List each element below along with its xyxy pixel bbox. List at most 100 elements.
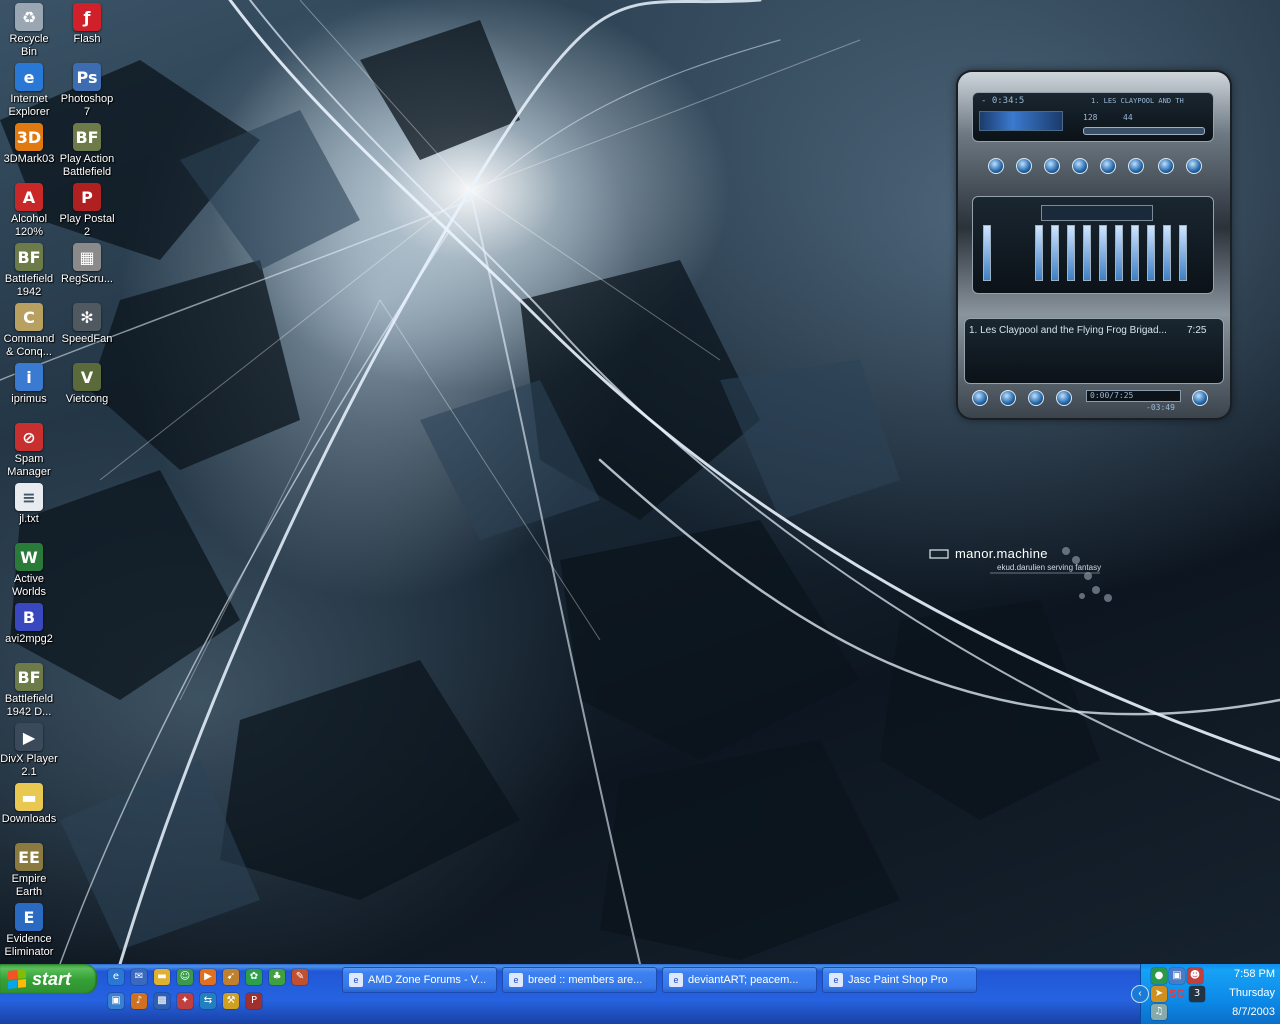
winamp-samplerate: 44 bbox=[1123, 113, 1133, 122]
playlist-remove-button[interactable] bbox=[1000, 390, 1016, 406]
desktop-icon[interactable]: ✻ SpeedFan bbox=[58, 300, 116, 346]
tray-user-icon[interactable]: ☻ bbox=[1187, 968, 1203, 984]
winamp-play-button[interactable] bbox=[1016, 158, 1032, 174]
playlist-entry[interactable]: 1. Les Claypool and the Flying Frog Brig… bbox=[969, 325, 1183, 336]
messenger-icon[interactable]: ☺ bbox=[177, 969, 193, 985]
winamp-pause-button[interactable] bbox=[1044, 158, 1060, 174]
paint-icon[interactable]: ✎ bbox=[292, 969, 308, 985]
network-icon[interactable]: ⇆ bbox=[200, 993, 216, 1009]
desktop-icon[interactable]: ▶ DivX Player 2.1 bbox=[0, 720, 58, 779]
playlist-select-button[interactable] bbox=[1028, 390, 1044, 406]
eq-band-slider[interactable] bbox=[1099, 225, 1107, 281]
desktop-icon[interactable]: ▬ Downloads bbox=[0, 780, 58, 826]
winamp-shuffle-button[interactable] bbox=[1158, 158, 1174, 174]
desktop-icon[interactable]: P Play Postal 2 bbox=[58, 180, 116, 239]
desktop-icon[interactable]: A Alcohol 120% bbox=[0, 180, 58, 239]
winamp-ql-icon[interactable]: ♪ bbox=[131, 993, 147, 1009]
divx-icon: ▶ bbox=[15, 723, 43, 751]
desktop-icon[interactable]: BF Battlefield 1942 D... bbox=[0, 660, 58, 719]
desktop-icon[interactable]: ▦ RegScru... bbox=[58, 240, 116, 286]
tool-icon[interactable]: ⚒ bbox=[223, 993, 239, 1009]
desktop-icon-label: Command & Conq... bbox=[3, 333, 55, 358]
msn-icon[interactable]: ✿ bbox=[246, 969, 262, 985]
desktop-icon-ql[interactable]: ▣ bbox=[108, 993, 124, 1009]
explorer-icon[interactable]: ▬ bbox=[154, 969, 170, 985]
clover-icon[interactable]: ♣ bbox=[269, 969, 285, 985]
eq-band-slider[interactable] bbox=[1179, 225, 1187, 281]
winamp-stop-button[interactable] bbox=[1072, 158, 1088, 174]
ps-icon[interactable]: P bbox=[246, 993, 262, 1009]
task-button[interactable]: e deviantART; peacem... bbox=[662, 967, 817, 993]
winamp-time: - 0:34:5 bbox=[981, 96, 1025, 106]
winamp-repeat-button[interactable] bbox=[1186, 158, 1202, 174]
tray-network-icon[interactable]: ● bbox=[1151, 968, 1167, 984]
desktop-icon[interactable]: Ps Photoshop 7 bbox=[58, 60, 116, 119]
ie-page-icon: e bbox=[509, 973, 523, 987]
winamp-prev-button[interactable] bbox=[988, 158, 1004, 174]
playlist-add-button[interactable] bbox=[972, 390, 988, 406]
eq-band-slider[interactable] bbox=[1035, 225, 1043, 281]
winamp-player[interactable]: - 0:34:5 1. LES CLAYPOOL AND TH 128 44 1… bbox=[958, 72, 1230, 418]
tray-speedfan-icon[interactable]: ➤ bbox=[1151, 986, 1167, 1002]
internet-explorer-icon: e bbox=[15, 63, 43, 91]
playlist-misc-button[interactable] bbox=[1056, 390, 1072, 406]
eq-preamp-slider[interactable] bbox=[983, 225, 991, 281]
windows-logo-icon bbox=[8, 969, 26, 989]
eq-band-slider[interactable] bbox=[1147, 225, 1155, 281]
task-button-label: deviantART; peacem... bbox=[688, 974, 799, 986]
eq-band-slider[interactable] bbox=[1067, 225, 1075, 281]
tray-expand-icon[interactable]: ‹ bbox=[1131, 985, 1149, 1003]
desktop-icon[interactable]: EE Empire Earth bbox=[0, 840, 58, 899]
task-button-label: AMD Zone Forums - V... bbox=[368, 974, 487, 986]
task-button[interactable]: e Jasc Paint Shop Pro bbox=[822, 967, 977, 993]
desktop-icon[interactable]: ƒ Flash bbox=[58, 0, 116, 46]
playlist-list-options-button[interactable] bbox=[1192, 390, 1208, 406]
ie-quicklaunch-icon[interactable]: e bbox=[108, 969, 124, 985]
desktop-icon[interactable]: 3D 3DMark03 bbox=[0, 120, 58, 166]
desktop-icon[interactable]: Bavi2mpg2 bbox=[0, 600, 58, 646]
desktop-icon[interactable]: BF Battlefield 1942 bbox=[0, 240, 58, 299]
desktop-icon-label: Battlefield 1942 D... bbox=[4, 693, 54, 718]
wallpaper-tagline: ekud.darulien serving fantasy bbox=[997, 563, 1102, 572]
task-button[interactable]: e breed :: members are... bbox=[502, 967, 657, 993]
tray-monitor-icon[interactable]: ▣ bbox=[1169, 968, 1185, 984]
winamp-seek-bar[interactable] bbox=[1083, 127, 1205, 135]
speedfan-icon: ✻ bbox=[73, 303, 101, 331]
task-button[interactable]: e AMD Zone Forums - V... bbox=[342, 967, 497, 993]
eq-band-slider[interactable] bbox=[1163, 225, 1171, 281]
desktop-icon[interactable]: C Command & Conq... bbox=[0, 300, 58, 359]
flash-icon: ƒ bbox=[73, 3, 101, 31]
eq-band-slider[interactable] bbox=[1083, 225, 1091, 281]
winamp-next-button[interactable] bbox=[1100, 158, 1116, 174]
photo-icon[interactable]: ▩ bbox=[154, 993, 170, 1009]
desktop-icon[interactable]: ⊘ Spam Manager bbox=[0, 420, 58, 479]
desktop-icon[interactable]: i iprimus bbox=[0, 360, 58, 406]
start-button[interactable]: start bbox=[0, 964, 97, 994]
3dmark-icon: 3D bbox=[15, 123, 43, 151]
desktop-icon-label: DivX Player 2.1 bbox=[0, 753, 58, 778]
eq-band-slider[interactable] bbox=[1051, 225, 1059, 281]
flashget-icon[interactable]: ➹ bbox=[223, 969, 239, 985]
desktop-icon[interactable]: e Internet Explorer bbox=[0, 60, 58, 119]
desktop-icon[interactable]: ♻ Recycle Bin bbox=[0, 0, 58, 59]
desktop-icon[interactable]: W Active Worlds bbox=[0, 540, 58, 599]
playlist-remaining: -03:49 bbox=[1146, 403, 1175, 412]
media-player-icon[interactable]: ▶ bbox=[200, 969, 216, 985]
tray-sg-icon[interactable]: SG bbox=[1169, 988, 1185, 1000]
desktop-icon[interactable]: V Vietcong bbox=[58, 360, 116, 406]
alcohol-icon: A bbox=[15, 183, 43, 211]
eq-band-slider[interactable] bbox=[1131, 225, 1139, 281]
tray-38-icon[interactable]: 3 bbox=[1189, 986, 1205, 1002]
clock-time[interactable]: 7:58 PM bbox=[1234, 968, 1275, 980]
desktop-icon[interactable]: ≡ jl.txt bbox=[0, 480, 58, 526]
desktop-icon[interactable]: E Evidence Eliminator bbox=[0, 900, 58, 959]
eq-band-slider[interactable] bbox=[1115, 225, 1123, 281]
desktop-icon[interactable]: BF Play Action Battlefield bbox=[58, 120, 116, 179]
winamp-eject-button[interactable] bbox=[1128, 158, 1144, 174]
postal-icon: P bbox=[73, 183, 101, 211]
desktop-icon-label: Battlefield 1942 bbox=[4, 273, 54, 298]
outlook-icon[interactable]: ✉ bbox=[131, 969, 147, 985]
tray-volume-icon[interactable]: ♫ bbox=[1151, 1004, 1167, 1020]
taskbar: start e ✉ ▬ ☺ ▶ ➹ ✿ ♣ ✎ ▣ ♪ ▩ ✦ ⇆ ⚒ P e AMD Zone Forums … bbox=[0, 964, 1280, 1024]
game-icon[interactable]: ✦ bbox=[177, 993, 193, 1009]
